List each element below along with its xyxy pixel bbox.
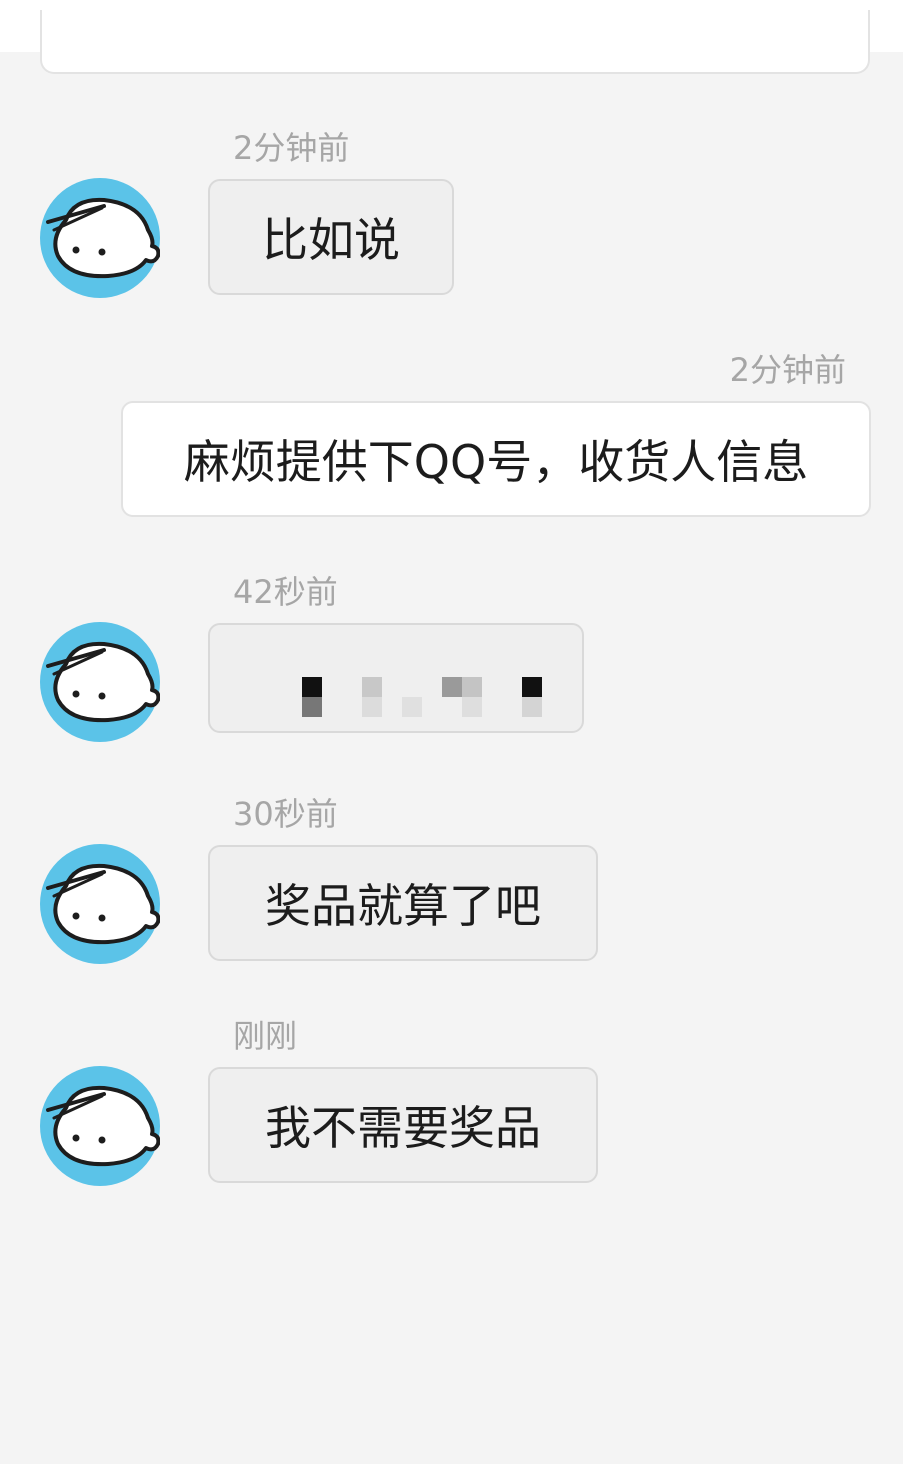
message-bubble[interactable]: 比如说 (208, 179, 454, 295)
redaction-pixel (302, 677, 322, 697)
contact-avatar-icon[interactable] (40, 622, 160, 742)
redaction-pixel (442, 677, 462, 697)
message-timestamp: 42秒前 (233, 573, 338, 611)
message-timestamp: 2分钟前 (233, 129, 350, 167)
redaction-pixel (522, 697, 542, 717)
redaction-pixel (302, 697, 322, 717)
message-bubble[interactable]: 我不需要奖品 (208, 1067, 598, 1183)
message-bubble-self[interactable]: 麻烦提供下QQ号，收货人信息 (121, 401, 871, 517)
redaction-pixel (522, 677, 542, 697)
message-timestamp: 2分钟前 (729, 351, 846, 389)
redaction-pixel (402, 697, 422, 717)
message-timestamp: 30秒前 (233, 795, 338, 833)
redaction-pixel (462, 677, 482, 697)
contact-avatar-icon[interactable] (40, 1066, 160, 1186)
redaction-pixel (362, 697, 382, 717)
message-bubble[interactable]: 奖品就算了吧 (208, 845, 598, 961)
redaction-pixel (462, 697, 482, 717)
message-bubble-redacted[interactable] (208, 623, 584, 733)
previous-message-bubble[interactable] (40, 10, 870, 74)
redaction-pixel (362, 677, 382, 697)
message-timestamp: 刚刚 (233, 1017, 298, 1055)
contact-avatar-icon[interactable] (40, 178, 160, 298)
contact-avatar-icon[interactable] (40, 844, 160, 964)
